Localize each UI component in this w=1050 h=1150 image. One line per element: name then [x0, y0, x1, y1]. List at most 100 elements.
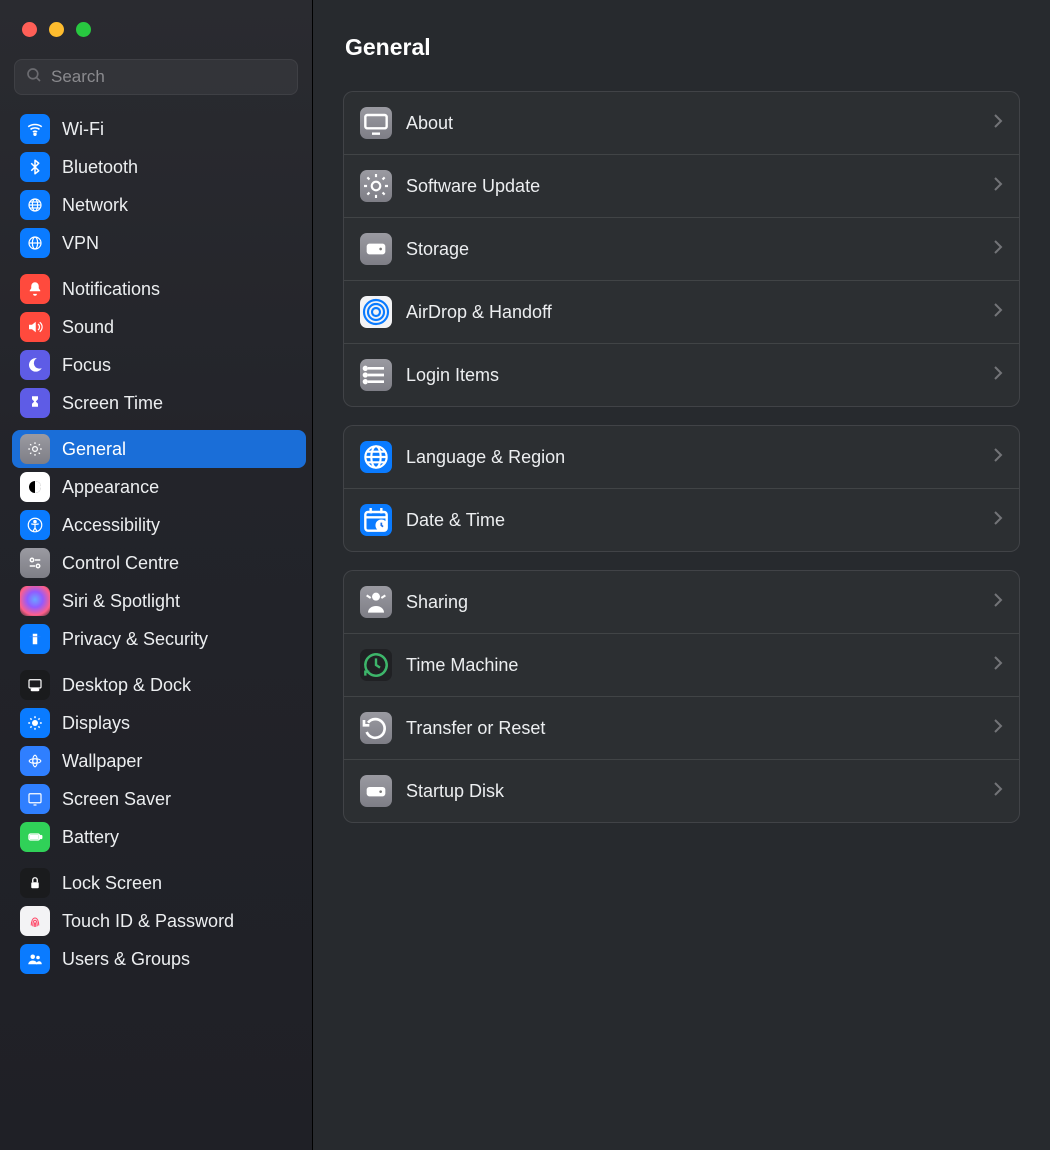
sidebar-item-wallpaper[interactable]: Wallpaper: [12, 742, 306, 780]
users-groups-icon: [20, 944, 50, 974]
chevron-right-icon: [993, 511, 1003, 530]
focus-icon: [20, 350, 50, 380]
sidebar-item-screen-saver[interactable]: Screen Saver: [12, 780, 306, 818]
sidebar-item-privacy-security[interactable]: Privacy & Security: [12, 620, 306, 658]
row-airdrop-handoff[interactable]: AirDrop & Handoff: [344, 280, 1019, 343]
sidebar-item-siri-spotlight[interactable]: Siri & Spotlight: [12, 582, 306, 620]
sidebar-list[interactable]: Wi-Fi Bluetooth Network: [0, 110, 312, 1150]
row-language-region[interactable]: Language & Region: [344, 426, 1019, 488]
row-label: AirDrop & Handoff: [406, 302, 552, 323]
chevron-right-icon: [993, 177, 1003, 196]
sidebar-item-touch-id-password[interactable]: Touch ID & Password: [12, 902, 306, 940]
row-label: Transfer or Reset: [406, 718, 545, 739]
row-storage[interactable]: Storage: [344, 217, 1019, 280]
sidebar-item-label: Screen Saver: [62, 789, 171, 810]
row-label: Date & Time: [406, 510, 505, 531]
chevron-right-icon: [993, 782, 1003, 801]
panel-sharing: Sharing Time Machine Transfer or Reset: [343, 570, 1020, 823]
sidebar-item-desktop-dock[interactable]: Desktop & Dock: [12, 666, 306, 704]
sidebar-item-appearance[interactable]: Appearance: [12, 468, 306, 506]
sharing-icon: [360, 586, 392, 618]
control-centre-icon: [20, 548, 50, 578]
sidebar-item-general[interactable]: General: [12, 430, 306, 468]
sidebar-group-users: Lock Screen Touch ID & Password Users & …: [12, 864, 306, 978]
row-transfer-reset[interactable]: Transfer or Reset: [344, 696, 1019, 759]
sidebar-item-bluetooth[interactable]: Bluetooth: [12, 148, 306, 186]
minimize-window-button[interactable]: [49, 22, 64, 37]
sidebar-item-label: Control Centre: [62, 553, 179, 574]
privacy-icon: [20, 624, 50, 654]
fullscreen-window-button[interactable]: [76, 22, 91, 37]
window-controls: [0, 0, 312, 59]
desktop-dock-icon: [20, 670, 50, 700]
sidebar-item-label: Privacy & Security: [62, 629, 208, 650]
content-area: General About Software Update: [313, 0, 1050, 1150]
software-update-icon: [360, 170, 392, 202]
chevron-right-icon: [993, 448, 1003, 467]
about-icon: [360, 107, 392, 139]
sidebar-item-notifications[interactable]: Notifications: [12, 270, 306, 308]
sidebar-item-vpn[interactable]: VPN: [12, 224, 306, 262]
sidebar-item-sound[interactable]: Sound: [12, 308, 306, 346]
row-time-machine[interactable]: Time Machine: [344, 633, 1019, 696]
sidebar-item-label: Sound: [62, 317, 114, 338]
row-label: Storage: [406, 239, 469, 260]
touch-id-icon: [20, 906, 50, 936]
chevron-right-icon: [993, 303, 1003, 322]
sidebar-item-label: Touch ID & Password: [62, 911, 234, 932]
row-label: Sharing: [406, 592, 468, 613]
sidebar-item-screen-time[interactable]: Screen Time: [12, 384, 306, 422]
sidebar: Wi-Fi Bluetooth Network: [0, 0, 313, 1150]
system-settings-window: Wi-Fi Bluetooth Network: [0, 0, 1050, 1150]
sidebar-item-label: Appearance: [62, 477, 159, 498]
sidebar-item-accessibility[interactable]: Accessibility: [12, 506, 306, 544]
displays-icon: [20, 708, 50, 738]
row-label: Software Update: [406, 176, 540, 197]
network-icon: [20, 190, 50, 220]
sidebar-item-label: Wallpaper: [62, 751, 142, 772]
sidebar-item-displays[interactable]: Displays: [12, 704, 306, 742]
time-machine-icon: [360, 649, 392, 681]
sidebar-item-focus[interactable]: Focus: [12, 346, 306, 384]
sidebar-item-label: Network: [62, 195, 128, 216]
chevron-right-icon: [993, 593, 1003, 612]
panel-locale: Language & Region Date & Time: [343, 425, 1020, 552]
sidebar-item-label: Focus: [62, 355, 111, 376]
sidebar-item-control-centre[interactable]: Control Centre: [12, 544, 306, 582]
wallpaper-icon: [20, 746, 50, 776]
sidebar-group-notifications: Notifications Sound Focus: [12, 270, 306, 422]
sidebar-item-lock-screen[interactable]: Lock Screen: [12, 864, 306, 902]
chevron-right-icon: [993, 719, 1003, 738]
search-field[interactable]: [14, 59, 298, 95]
accessibility-icon: [20, 510, 50, 540]
chevron-right-icon: [993, 240, 1003, 259]
storage-icon: [360, 233, 392, 265]
row-software-update[interactable]: Software Update: [344, 154, 1019, 217]
sidebar-group-general: General Appearance Accessibility: [12, 430, 306, 658]
screen-time-icon: [20, 388, 50, 418]
chevron-right-icon: [993, 366, 1003, 385]
row-startup-disk[interactable]: Startup Disk: [344, 759, 1019, 822]
chevron-right-icon: [993, 656, 1003, 675]
siri-icon: [20, 586, 50, 616]
sidebar-item-label: Desktop & Dock: [62, 675, 191, 696]
row-about[interactable]: About: [344, 92, 1019, 154]
sidebar-item-network[interactable]: Network: [12, 186, 306, 224]
general-icon: [20, 434, 50, 464]
sidebar-item-wifi[interactable]: Wi-Fi: [12, 110, 306, 148]
row-login-items[interactable]: Login Items: [344, 343, 1019, 406]
row-label: Time Machine: [406, 655, 518, 676]
close-window-button[interactable]: [22, 22, 37, 37]
row-date-time[interactable]: Date & Time: [344, 488, 1019, 551]
row-label: Startup Disk: [406, 781, 504, 802]
chevron-right-icon: [993, 114, 1003, 133]
row-sharing[interactable]: Sharing: [344, 571, 1019, 633]
search-input[interactable]: [51, 67, 287, 87]
sidebar-item-label: Wi-Fi: [62, 119, 104, 140]
row-label: About: [406, 113, 453, 134]
panel-system: About Software Update Storage: [343, 91, 1020, 407]
bluetooth-icon: [20, 152, 50, 182]
sidebar-item-users-groups[interactable]: Users & Groups: [12, 940, 306, 978]
sidebar-item-battery[interactable]: Battery: [12, 818, 306, 856]
sidebar-item-label: Notifications: [62, 279, 160, 300]
